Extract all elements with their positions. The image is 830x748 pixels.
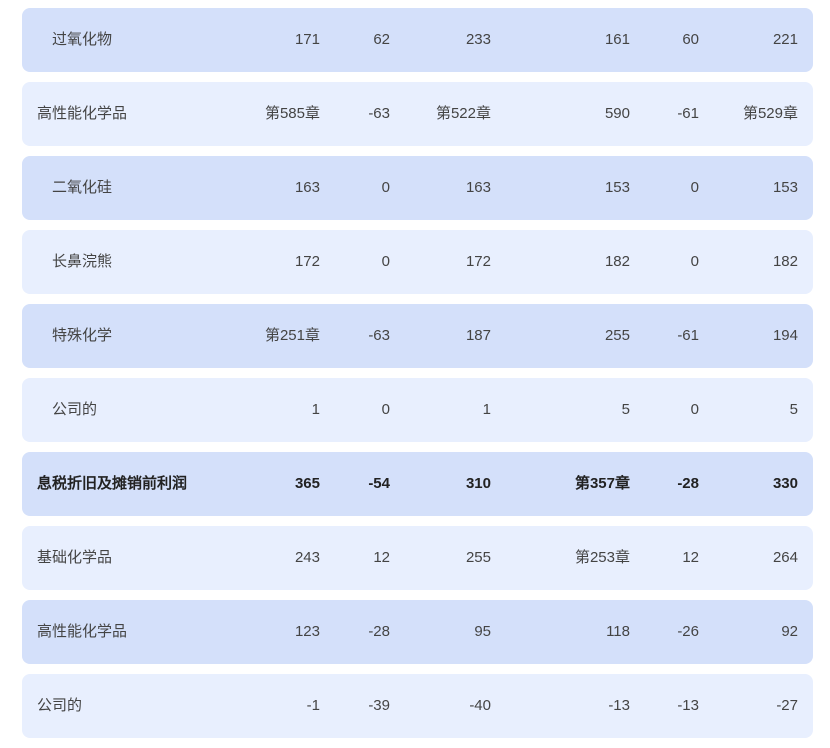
row-label: 特殊化学 [52,327,113,344]
cell-value: 221 [772,31,798,48]
cell-value: -13 [677,697,699,714]
cell-value: 0 [381,179,390,196]
table-row: 公司的 -1 -39 -40 -13 -13 -27 [22,674,813,738]
cell-value: 第251章 [264,327,320,344]
cell-value: -61 [677,105,699,122]
cell-value: 187 [465,327,491,344]
table-row: 高性能化学品 第585章 -63 第522章 590 -61 第529章 [22,82,813,146]
row-label: 过氧化物 [52,31,113,48]
cell-value: 153 [604,179,630,196]
cell-value: 1 [482,401,491,418]
table-row: 公司的 1 0 1 5 0 5 [22,378,813,442]
cell-value: 163 [465,179,491,196]
cell-value: 0 [690,253,699,270]
cell-value: 182 [772,253,798,270]
cell-value: 60 [682,31,699,48]
cell-value: -54 [368,475,390,492]
cell-value: -39 [368,697,390,714]
cell-value: 12 [373,549,390,566]
table-row: 二氧化硅 163 0 163 153 0 153 [22,156,813,220]
cell-value: 1 [311,401,320,418]
cell-value: -28 [368,623,390,640]
cell-value: -1 [306,697,320,714]
cell-value: 92 [781,623,798,640]
row-label: 公司的 [52,401,98,418]
cell-value: -26 [677,623,699,640]
row-label: 高性能化学品 [37,623,128,640]
row-label: 高性能化学品 [37,105,128,122]
cell-value: 12 [682,549,699,566]
cell-value: 第522章 [435,105,491,122]
cell-value: 5 [621,401,630,418]
row-label: 二氧化硅 [52,179,113,196]
cell-value: -27 [776,697,798,714]
table-row: 基础化学品 243 12 255 第253章 12 264 [22,526,813,590]
cell-value: 161 [604,31,630,48]
cell-value: 233 [465,31,491,48]
row-label: 息税折旧及摊销前利润 [37,475,188,492]
cell-value: 194 [772,327,798,344]
cell-value: -13 [608,697,630,714]
cell-value: 590 [604,105,630,122]
cell-value: 第529章 [742,105,798,122]
cell-value: 62 [373,31,390,48]
cell-value: 153 [772,179,798,196]
cell-value: 310 [465,475,491,492]
table-row: 特殊化学 第251章 -63 187 255 -61 194 [22,304,813,368]
table-row-total: 息税折旧及摊销前利润 365 -54 310 第357章 -28 330 [22,452,813,516]
cell-value: 0 [381,253,390,270]
table-row: 长鼻浣熊 172 0 172 182 0 182 [22,230,813,294]
cell-value: 0 [381,401,390,418]
cell-value: 330 [772,475,798,492]
financial-table: 过氧化物 171 62 233 161 60 221 高性能化学品 第585章 … [22,8,813,748]
cell-value: 255 [604,327,630,344]
cell-value: 95 [474,623,491,640]
row-label: 长鼻浣熊 [52,253,113,270]
cell-value: -28 [677,475,699,492]
table-row: 高性能化学品 123 -28 95 118 -26 92 [22,600,813,664]
table-row: 过氧化物 171 62 233 161 60 221 [22,8,813,72]
cell-value: 365 [294,475,320,492]
row-label: 公司的 [37,697,83,714]
cell-value: 第585章 [264,105,320,122]
cell-value: 5 [789,401,798,418]
cell-value: 172 [465,253,491,270]
cell-value: 172 [294,253,320,270]
cell-value: -40 [469,697,491,714]
cell-value: 163 [294,179,320,196]
cell-value: 255 [465,549,491,566]
cell-value: 118 [606,623,630,640]
cell-value: 264 [772,549,798,566]
cell-value: 第253章 [574,549,630,566]
cell-value: -63 [368,105,390,122]
cell-value: -61 [677,327,699,344]
cell-value: 182 [604,253,630,270]
cell-value: 243 [294,549,320,566]
cell-value: 0 [690,401,699,418]
cell-value: 0 [690,179,699,196]
cell-value: 171 [294,31,320,48]
cell-value: 第357章 [574,475,630,492]
cell-value: 123 [294,623,320,640]
row-label: 基础化学品 [37,549,113,566]
cell-value: -63 [368,327,390,344]
